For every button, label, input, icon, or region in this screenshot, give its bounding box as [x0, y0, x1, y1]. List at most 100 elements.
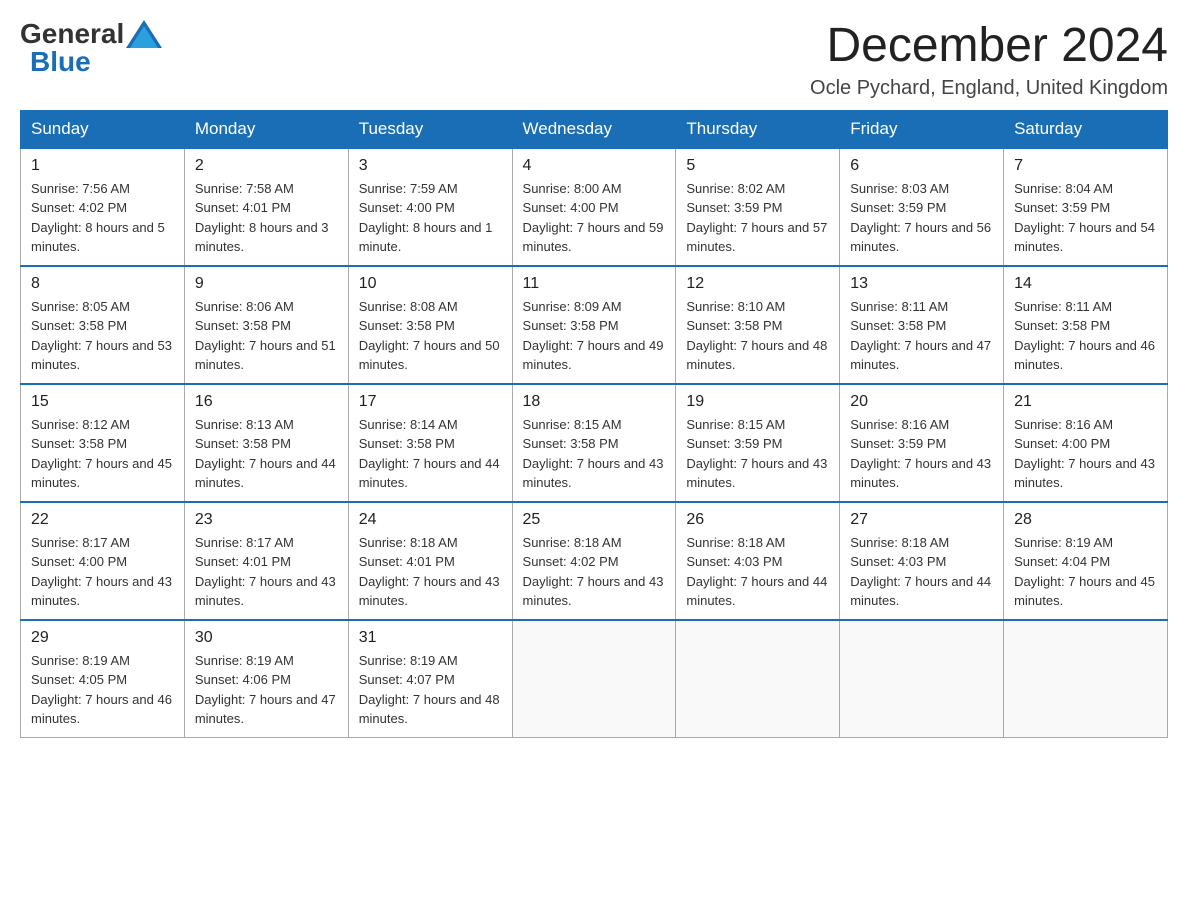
calendar-day-8: 8 Sunrise: 8:05 AMSunset: 3:58 PMDaylight… [21, 266, 185, 384]
logo-general-text: General [20, 20, 124, 48]
logo: General Blue [20, 20, 162, 76]
calendar-day-17: 17Sunrise: 8:14 AMSunset: 3:58 PMDayligh… [348, 384, 512, 502]
day-number: 12 [686, 275, 829, 293]
calendar-day-22: 22 Sunrise: 8:17 AMSunset: 4:00 PMDayligh… [21, 502, 185, 620]
day-number: 30 [195, 629, 338, 647]
day-number: 16 [195, 393, 338, 411]
col-saturday: Saturday [1004, 110, 1168, 148]
col-monday: Monday [184, 110, 348, 148]
day-info: Sunrise: 8:19 AMSunset: 4:07 PMDaylight:… [359, 651, 502, 729]
day-number: 29 [31, 629, 174, 647]
day-number: 4 [523, 157, 666, 175]
logo-icon [126, 20, 162, 48]
calendar-day-26: 26Sunrise: 8:18 AMSunset: 4:03 PMDayligh… [676, 502, 840, 620]
calendar-week-3: 15 Sunrise: 8:12 AMSunset: 3:58 PMDayligh… [21, 384, 1168, 502]
day-number: 9 [195, 275, 338, 293]
calendar-day-6: 6 Sunrise: 8:03 AMSunset: 3:59 PMDaylight… [840, 148, 1004, 266]
day-info: Sunrise: 8:05 AMSunset: 3:58 PMDaylight:… [31, 297, 174, 375]
day-info: Sunrise: 8:12 AMSunset: 3:58 PMDaylight:… [31, 415, 174, 493]
col-friday: Friday [840, 110, 1004, 148]
day-number: 10 [359, 275, 502, 293]
calendar-week-1: 1Sunrise: 7:56 AMSunset: 4:02 PMDaylight… [21, 148, 1168, 266]
day-info: Sunrise: 7:58 AMSunset: 4:01 PMDaylight:… [195, 179, 338, 257]
day-number: 6 [850, 157, 993, 175]
calendar-day-1: 1Sunrise: 7:56 AMSunset: 4:02 PMDaylight… [21, 148, 185, 266]
day-info: Sunrise: 8:19 AMSunset: 4:06 PMDaylight:… [195, 651, 338, 729]
calendar-day-5: 5 Sunrise: 8:02 AMSunset: 3:59 PMDaylight… [676, 148, 840, 266]
calendar-day-2: 2 Sunrise: 7:58 AMSunset: 4:01 PMDaylight… [184, 148, 348, 266]
calendar-day-14: 14 Sunrise: 8:11 AMSunset: 3:58 PMDayligh… [1004, 266, 1168, 384]
col-wednesday: Wednesday [512, 110, 676, 148]
day-info: Sunrise: 8:19 AMSunset: 4:04 PMDaylight:… [1014, 533, 1157, 611]
day-number: 25 [523, 511, 666, 529]
day-info: Sunrise: 8:17 AMSunset: 4:00 PMDaylight:… [31, 533, 174, 611]
day-number: 31 [359, 629, 502, 647]
calendar-day-27: 27Sunrise: 8:18 AMSunset: 4:03 PMDayligh… [840, 502, 1004, 620]
day-info: Sunrise: 7:59 AMSunset: 4:00 PMDaylight:… [359, 179, 502, 257]
calendar-empty-cell [676, 620, 840, 738]
day-number: 2 [195, 157, 338, 175]
location: Ocle Pychard, England, United Kingdom [810, 77, 1168, 100]
day-number: 28 [1014, 511, 1157, 529]
day-info: Sunrise: 8:17 AMSunset: 4:01 PMDaylight:… [195, 533, 338, 611]
calendar-day-23: 23Sunrise: 8:17 AMSunset: 4:01 PMDayligh… [184, 502, 348, 620]
calendar-day-28: 28 Sunrise: 8:19 AMSunset: 4:04 PMDayligh… [1004, 502, 1168, 620]
calendar-day-7: 7 Sunrise: 8:04 AMSunset: 3:59 PMDaylight… [1004, 148, 1168, 266]
day-number: 13 [850, 275, 993, 293]
calendar-week-4: 22 Sunrise: 8:17 AMSunset: 4:00 PMDayligh… [21, 502, 1168, 620]
calendar-empty-cell [1004, 620, 1168, 738]
calendar-empty-cell [512, 620, 676, 738]
day-info: Sunrise: 8:18 AMSunset: 4:03 PMDaylight:… [686, 533, 829, 611]
calendar-day-4: 4 Sunrise: 8:00 AMSunset: 4:00 PMDaylight… [512, 148, 676, 266]
title-section: December 2024 Ocle Pychard, England, Uni… [810, 20, 1168, 100]
day-number: 24 [359, 511, 502, 529]
col-sunday: Sunday [21, 110, 185, 148]
day-info: Sunrise: 8:06 AMSunset: 3:58 PMDaylight:… [195, 297, 338, 375]
day-info: Sunrise: 8:10 AMSunset: 3:58 PMDaylight:… [686, 297, 829, 375]
calendar-day-31: 31 Sunrise: 8:19 AMSunset: 4:07 PMDayligh… [348, 620, 512, 738]
day-number: 20 [850, 393, 993, 411]
day-info: Sunrise: 8:11 AMSunset: 3:58 PMDaylight:… [850, 297, 993, 375]
day-number: 21 [1014, 393, 1157, 411]
day-info: Sunrise: 8:02 AMSunset: 3:59 PMDaylight:… [686, 179, 829, 257]
day-info: Sunrise: 8:18 AMSunset: 4:02 PMDaylight:… [523, 533, 666, 611]
calendar-day-12: 12 Sunrise: 8:10 AMSunset: 3:58 PMDayligh… [676, 266, 840, 384]
day-info: Sunrise: 8:15 AMSunset: 3:58 PMDaylight:… [523, 415, 666, 493]
calendar-day-25: 25 Sunrise: 8:18 AMSunset: 4:02 PMDayligh… [512, 502, 676, 620]
day-number: 15 [31, 393, 174, 411]
calendar-day-24: 24Sunrise: 8:18 AMSunset: 4:01 PMDayligh… [348, 502, 512, 620]
day-info: Sunrise: 8:14 AMSunset: 3:58 PMDaylight:… [359, 415, 502, 493]
day-info: Sunrise: 8:09 AMSunset: 3:58 PMDaylight:… [523, 297, 666, 375]
calendar-day-13: 13 Sunrise: 8:11 AMSunset: 3:58 PMDayligh… [840, 266, 1004, 384]
calendar-day-30: 30 Sunrise: 8:19 AMSunset: 4:06 PMDayligh… [184, 620, 348, 738]
calendar-header-row: Sunday Monday Tuesday Wednesday Thursday… [21, 110, 1168, 148]
day-info: Sunrise: 8:11 AMSunset: 3:58 PMDaylight:… [1014, 297, 1157, 375]
calendar-week-2: 8 Sunrise: 8:05 AMSunset: 3:58 PMDaylight… [21, 266, 1168, 384]
calendar-table: Sunday Monday Tuesday Wednesday Thursday… [20, 110, 1168, 738]
day-number: 14 [1014, 275, 1157, 293]
col-thursday: Thursday [676, 110, 840, 148]
day-info: Sunrise: 8:08 AMSunset: 3:58 PMDaylight:… [359, 297, 502, 375]
day-number: 5 [686, 157, 829, 175]
day-info: Sunrise: 8:04 AMSunset: 3:59 PMDaylight:… [1014, 179, 1157, 257]
day-number: 11 [523, 275, 666, 293]
calendar-day-29: 29Sunrise: 8:19 AMSunset: 4:05 PMDayligh… [21, 620, 185, 738]
logo-blue-text: Blue [30, 48, 91, 76]
day-number: 7 [1014, 157, 1157, 175]
day-number: 1 [31, 157, 174, 175]
month-title: December 2024 [810, 20, 1168, 73]
calendar-week-5: 29Sunrise: 8:19 AMSunset: 4:05 PMDayligh… [21, 620, 1168, 738]
day-info: Sunrise: 8:16 AMSunset: 3:59 PMDaylight:… [850, 415, 993, 493]
day-number: 19 [686, 393, 829, 411]
day-info: Sunrise: 8:00 AMSunset: 4:00 PMDaylight:… [523, 179, 666, 257]
day-info: Sunrise: 8:13 AMSunset: 3:58 PMDaylight:… [195, 415, 338, 493]
day-info: Sunrise: 8:03 AMSunset: 3:59 PMDaylight:… [850, 179, 993, 257]
calendar-day-10: 10 Sunrise: 8:08 AMSunset: 3:58 PMDayligh… [348, 266, 512, 384]
calendar-day-21: 21 Sunrise: 8:16 AMSunset: 4:00 PMDayligh… [1004, 384, 1168, 502]
day-number: 27 [850, 511, 993, 529]
day-number: 22 [31, 511, 174, 529]
day-number: 3 [359, 157, 502, 175]
day-number: 8 [31, 275, 174, 293]
day-info: Sunrise: 8:16 AMSunset: 4:00 PMDaylight:… [1014, 415, 1157, 493]
calendar-day-3: 3 Sunrise: 7:59 AMSunset: 4:00 PMDaylight… [348, 148, 512, 266]
